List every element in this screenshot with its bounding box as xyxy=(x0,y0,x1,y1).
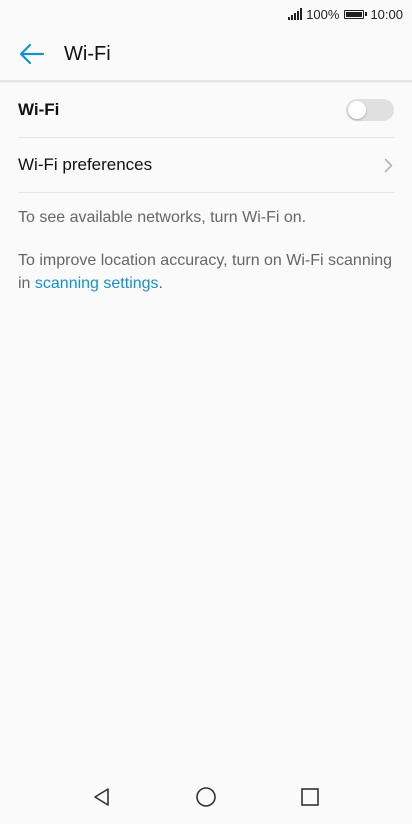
battery-percent: 100% xyxy=(306,6,340,22)
wifi-toggle-row[interactable]: Wi-Fi xyxy=(18,82,394,138)
location-hint: To improve location accuracy, turn on Wi… xyxy=(18,249,394,295)
status-bar: 100% 10:00 xyxy=(0,0,412,28)
nav-recents-button[interactable] xyxy=(295,782,325,812)
toggle-knob xyxy=(348,100,366,119)
settings-list: Wi-Fi Wi-Fi preferences To see available… xyxy=(18,82,394,295)
nav-back-button[interactable] xyxy=(87,782,117,812)
wifi-preferences-row[interactable]: Wi-Fi preferences xyxy=(18,138,394,193)
status-time: 10:00 xyxy=(370,6,403,22)
chevron-right-icon xyxy=(382,157,394,173)
square-recents-icon xyxy=(301,788,319,806)
networks-hint: To see available networks, turn Wi-Fi on… xyxy=(18,209,307,226)
signal-icon xyxy=(287,8,303,20)
wifi-toggle[interactable] xyxy=(346,98,394,121)
screen: 100% 10:00 Wi-Fi Wi-Fi Wi-Fi preferences xyxy=(0,0,412,824)
scanning-settings-link[interactable]: scanning settings xyxy=(35,275,159,292)
circle-home-icon xyxy=(196,787,216,807)
location-hint-suffix: . xyxy=(158,275,163,292)
battery-icon xyxy=(344,9,368,19)
nav-home-button[interactable] xyxy=(191,782,221,812)
wifi-label: Wi-Fi xyxy=(18,99,60,119)
page-title: Wi-Fi xyxy=(64,42,111,65)
wifi-preferences-label: Wi-Fi preferences xyxy=(18,155,153,174)
navigation-bar xyxy=(0,770,412,824)
triangle-back-icon xyxy=(94,788,109,806)
arrow-left-icon xyxy=(19,43,45,65)
app-header: Wi-Fi xyxy=(0,28,412,82)
back-button[interactable] xyxy=(17,39,47,69)
